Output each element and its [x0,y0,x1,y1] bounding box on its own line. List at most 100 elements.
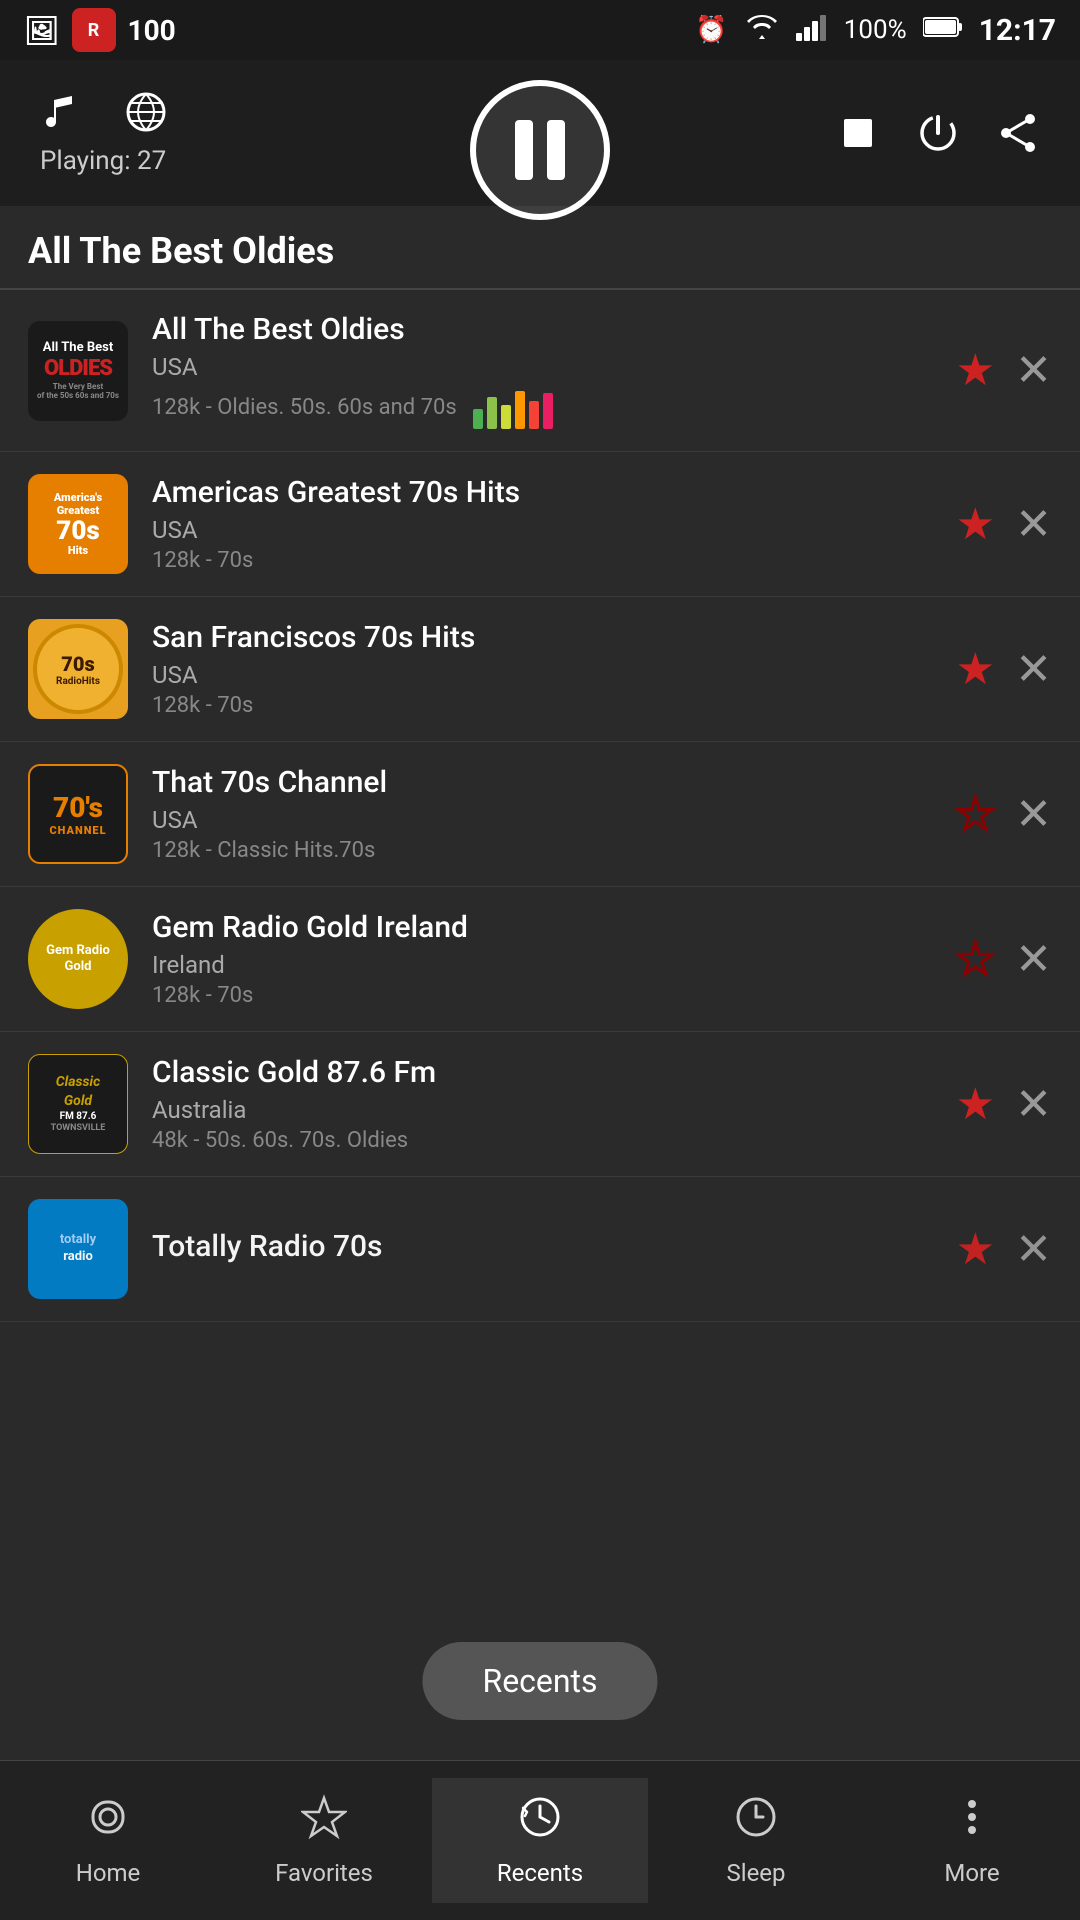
station-item[interactable]: Gem Radio Gold Gem Radio Gold Ireland Ir… [0,887,1080,1032]
pause-button[interactable] [470,80,610,220]
time-display: 12:17 [979,13,1056,48]
remove-button[interactable]: ✕ [1015,644,1052,695]
remove-button[interactable]: ✕ [1015,934,1052,985]
nav-item-home[interactable]: Home [0,1778,216,1903]
favorite-button[interactable]: ★ [956,644,995,695]
station-bitrate: 128k - Oldies. 50s. 60s and 70s [152,395,457,420]
station-info: Gem Radio Gold Ireland Ireland 128k - 70… [152,910,932,1008]
station-country: Ireland [152,951,932,979]
station-name: Americas Greatest 70s Hits [152,475,932,510]
station-bitrate: 128k - 70s [152,693,932,718]
playing-label: Playing: 27 [40,146,166,176]
station-info: Classic Gold 87.6 Fm Australia 48k - 50s… [152,1055,932,1153]
station-actions: ★ ✕ [956,934,1052,985]
station-actions: ★ ✕ [956,499,1052,550]
remove-button[interactable]: ✕ [1015,345,1052,396]
station-name: Totally Radio 70s [152,1229,932,1264]
remove-button[interactable]: ✕ [1015,789,1052,840]
station-bitrate: 48k - 50s. 60s. 70s. Oldies [152,1128,932,1153]
station-name: All The Best Oldies [152,312,932,347]
station-info: All The Best Oldies USA 128k - Oldies. 5… [152,312,932,429]
station-country: Australia [152,1096,932,1124]
home-icon [85,1794,131,1851]
nav-item-recents[interactable]: Recents [432,1778,648,1903]
station-bitrate: 128k - 70s [152,983,932,1008]
station-logo: America's Greatest 70s Hits [28,474,128,574]
bottom-nav: Home Favorites Recents [0,1760,1080,1920]
nav-item-favorites[interactable]: Favorites [216,1778,432,1903]
remove-button[interactable]: ✕ [1015,499,1052,550]
station-item[interactable]: All The Best OLDIES The Very Bestof the … [0,290,1080,452]
nav-item-sleep[interactable]: Sleep [648,1778,864,1903]
equalizer [473,389,553,429]
station-country: USA [152,516,932,544]
status-bar: 🖼 R 100 ⏰ 100% [0,0,1080,60]
favorite-button[interactable]: ★ [956,345,995,396]
music-note-button[interactable] [40,90,84,134]
station-item[interactable]: 70's CHANNEL That 70s Channel USA 128k -… [0,742,1080,887]
player-left-controls: Playing: 27 [40,90,168,176]
nav-label-more: More [944,1859,999,1887]
station-logo: Classic Gold FM 87.6 TOWNSVILLE [28,1054,128,1154]
nav-label-sleep: Sleep [726,1859,785,1887]
station-info: Totally Radio 70s [152,1229,932,1270]
stop-button[interactable] [836,111,880,155]
favorite-button[interactable]: ★ [956,1224,995,1275]
more-vert-icon [949,1794,995,1851]
station-item[interactable]: Classic Gold FM 87.6 TOWNSVILLE Classic … [0,1032,1080,1177]
star-icon [301,1794,347,1851]
remove-button[interactable]: ✕ [1015,1079,1052,1130]
favorite-button[interactable]: ★ [956,1079,995,1130]
alarm-icon: ⏰ [695,15,727,45]
station-actions: ★ ✕ [956,345,1052,396]
station-info: That 70s Channel USA 128k - Classic Hits… [152,765,932,863]
nav-label-recents: Recents [497,1859,583,1887]
station-info: San Franciscos 70s Hits USA 128k - 70s [152,620,932,718]
station-actions: ★ ✕ [956,1079,1052,1130]
station-logo: totally radio [28,1199,128,1299]
history-icon [517,1794,563,1851]
station-list: All The Best OLDIES The Very Bestof the … [0,290,1080,1690]
station-item[interactable]: totally radio Totally Radio 70s ★ ✕ [0,1177,1080,1322]
station-bitrate: 128k - 70s [152,548,932,573]
station-item[interactable]: America's Greatest 70s Hits Americas Gre… [0,452,1080,597]
station-logo: All The Best OLDIES The Very Bestof the … [28,321,128,421]
station-actions: ★ ✕ [956,1224,1052,1275]
globe-button[interactable] [124,90,168,134]
station-country: USA [152,661,932,689]
station-actions: ★ ✕ [956,789,1052,840]
wifi-icon [744,13,780,48]
pause-icon [515,120,565,180]
signal-icon [796,13,828,48]
nav-label-home: Home [76,1859,141,1887]
favorite-button[interactable]: ★ [956,789,995,840]
app-notification-icon: R [72,8,116,52]
station-name: Gem Radio Gold Ireland [152,910,932,945]
station-item[interactable]: 70s RadioHits San Franciscos 70s Hits US… [0,597,1080,742]
battery-level: 100% [844,15,907,45]
station-name: San Franciscos 70s Hits [152,620,932,655]
station-bitrate: 128k - Classic Hits.70s [152,838,932,863]
status-right: ⏰ 100% 12:17 [695,13,1056,48]
station-logo: 70's CHANNEL [28,764,128,864]
station-name: That 70s Channel [152,765,932,800]
clock-icon [733,1794,779,1851]
nav-label-favorites: Favorites [275,1859,373,1887]
station-name: Classic Gold 87.6 Fm [152,1055,932,1090]
status-left: 🖼 R 100 [24,8,176,52]
station-country: USA [152,353,932,381]
favorite-button[interactable]: ★ [956,499,995,550]
power-button[interactable] [916,111,960,155]
remove-button[interactable]: ✕ [1015,1224,1052,1275]
station-logo: Gem Radio Gold [28,909,128,1009]
player-right-controls [836,111,1040,155]
player-header: Playing: 27 [0,60,1080,206]
gallery-icon: 🖼 [24,14,60,47]
share-button[interactable] [996,111,1040,155]
notification-count: 100 [128,14,176,47]
nav-item-more[interactable]: More [864,1778,1080,1903]
favorite-button[interactable]: ★ [956,934,995,985]
battery-icon [923,15,963,45]
station-logo: 70s RadioHits [28,619,128,719]
station-actions: ★ ✕ [956,644,1052,695]
